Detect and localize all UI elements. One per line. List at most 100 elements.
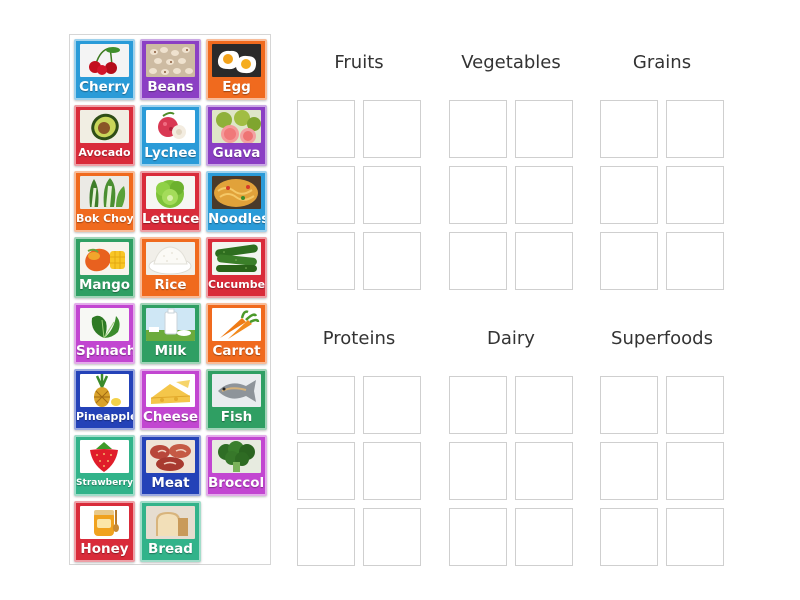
drop-slot-vegetables[interactable] — [449, 100, 507, 158]
drop-slot-dairy[interactable] — [515, 376, 573, 434]
card-broccoli[interactable]: Broccoli — [206, 435, 267, 496]
card-cheese[interactable]: Cheese — [140, 369, 201, 430]
drop-slot-vegetables[interactable] — [449, 166, 507, 224]
cherry-icon — [80, 44, 129, 77]
drop-slot-fruits[interactable] — [297, 166, 355, 224]
drop-slot-grains[interactable] — [600, 232, 658, 290]
card-rice[interactable]: Rice — [140, 237, 201, 298]
card-honey[interactable]: Honey — [74, 501, 135, 562]
card-cucumber[interactable]: Cucumber — [206, 237, 267, 298]
card-label: Strawberry — [76, 478, 133, 488]
strawberry-icon — [80, 440, 129, 473]
category-title-superfoods: Superfoods — [611, 328, 713, 349]
card-label: Pineapple — [76, 410, 135, 423]
drop-slot-proteins[interactable] — [297, 508, 355, 566]
avocado-icon — [80, 110, 129, 143]
drop-slot-proteins[interactable] — [363, 508, 421, 566]
drop-slot-proteins[interactable] — [297, 376, 355, 434]
drop-slot-dairy[interactable] — [449, 442, 507, 500]
broccoli-icon — [212, 440, 261, 473]
drop-slot-fruits[interactable] — [363, 166, 421, 224]
bread-icon — [146, 506, 195, 539]
drop-slot-grains[interactable] — [666, 232, 724, 290]
noodles-icon — [212, 176, 261, 209]
card-egg[interactable]: Egg — [206, 39, 267, 100]
category-title-fruits: Fruits — [334, 52, 384, 73]
card-noodles[interactable]: Noodles — [206, 171, 267, 232]
card-bread[interactable]: Bread — [140, 501, 201, 562]
card-strawberry[interactable]: Strawberry — [74, 435, 135, 496]
card-label: Cucumber — [208, 278, 267, 291]
card-guava[interactable]: Guava — [206, 105, 267, 166]
drop-slot-grains[interactable] — [600, 100, 658, 158]
drop-slot-proteins[interactable] — [297, 442, 355, 500]
drop-slot-superfoods[interactable] — [666, 508, 724, 566]
card-label: Bok Choy — [76, 212, 134, 225]
card-bok-choy[interactable]: Bok Choy — [74, 171, 135, 232]
drop-slot-dairy[interactable] — [515, 508, 573, 566]
drop-slot-dairy[interactable] — [449, 376, 507, 434]
card-label: Fish — [220, 409, 253, 425]
drop-slot-dairy[interactable] — [449, 508, 507, 566]
drop-slot-vegetables[interactable] — [515, 232, 573, 290]
card-pineapple[interactable]: Pineapple — [74, 369, 135, 430]
card-label: Honey — [80, 541, 129, 557]
drop-slot-grains[interactable] — [600, 166, 658, 224]
carrot-icon — [212, 308, 261, 341]
card-label: Milk — [154, 343, 187, 359]
card-label: Egg — [222, 79, 251, 95]
milk-icon — [146, 308, 195, 341]
meat-icon — [146, 440, 195, 473]
card-cherry[interactable]: Cherry — [74, 39, 135, 100]
drop-slot-proteins[interactable] — [363, 376, 421, 434]
drop-slot-fruits[interactable] — [297, 100, 355, 158]
rice-icon — [146, 242, 195, 275]
card-carrot[interactable]: Carrot — [206, 303, 267, 364]
drop-slot-superfoods[interactable] — [666, 442, 724, 500]
card-lychee[interactable]: Lychee — [140, 105, 201, 166]
drop-slot-vegetables[interactable] — [515, 166, 573, 224]
card-milk[interactable]: Milk — [140, 303, 201, 364]
card-label: Lychee — [144, 145, 197, 161]
drop-slot-grains[interactable] — [666, 166, 724, 224]
card-label: Guava — [212, 145, 261, 161]
drop-slot-grains[interactable] — [666, 100, 724, 158]
card-label: Carrot — [212, 343, 261, 359]
honey-icon — [80, 506, 129, 539]
drop-slot-fruits[interactable] — [363, 232, 421, 290]
lettuce-icon — [146, 176, 195, 209]
card-label: Meat — [151, 475, 190, 491]
lychee-icon — [146, 110, 195, 143]
card-label: Cherry — [79, 79, 130, 95]
card-fish[interactable]: Fish — [206, 369, 267, 430]
drop-slot-superfoods[interactable] — [600, 376, 658, 434]
card-mango[interactable]: Mango — [74, 237, 135, 298]
card-meat[interactable]: Meat — [140, 435, 201, 496]
drop-slot-dairy[interactable] — [515, 442, 573, 500]
card-avocado[interactable]: Avocado — [74, 105, 135, 166]
bok-choy-icon — [80, 176, 129, 209]
category-title-vegetables: Vegetables — [461, 52, 561, 73]
drop-slot-fruits[interactable] — [297, 232, 355, 290]
beans-icon — [146, 44, 195, 77]
cucumber-icon — [212, 242, 261, 275]
category-title-proteins: Proteins — [322, 328, 396, 349]
card-label: Cheese — [142, 409, 199, 425]
card-label: Bread — [148, 541, 193, 557]
card-beans[interactable]: Beans — [140, 39, 201, 100]
drop-slot-superfoods[interactable] — [600, 442, 658, 500]
drop-slot-superfoods[interactable] — [666, 376, 724, 434]
card-label: Mango — [78, 277, 131, 293]
drop-slot-proteins[interactable] — [363, 442, 421, 500]
card-label: Noodles — [208, 211, 267, 227]
drop-slot-vegetables[interactable] — [449, 232, 507, 290]
card-label: Beans — [147, 79, 194, 95]
card-label: Avocado — [78, 146, 131, 159]
drop-slot-fruits[interactable] — [363, 100, 421, 158]
card-spinach[interactable]: Spinach — [74, 303, 135, 364]
guava-icon — [212, 110, 261, 143]
drop-slot-vegetables[interactable] — [515, 100, 573, 158]
drop-slot-superfoods[interactable] — [600, 508, 658, 566]
card-lettuce[interactable]: Lettuce — [140, 171, 201, 232]
egg-icon — [212, 44, 261, 77]
